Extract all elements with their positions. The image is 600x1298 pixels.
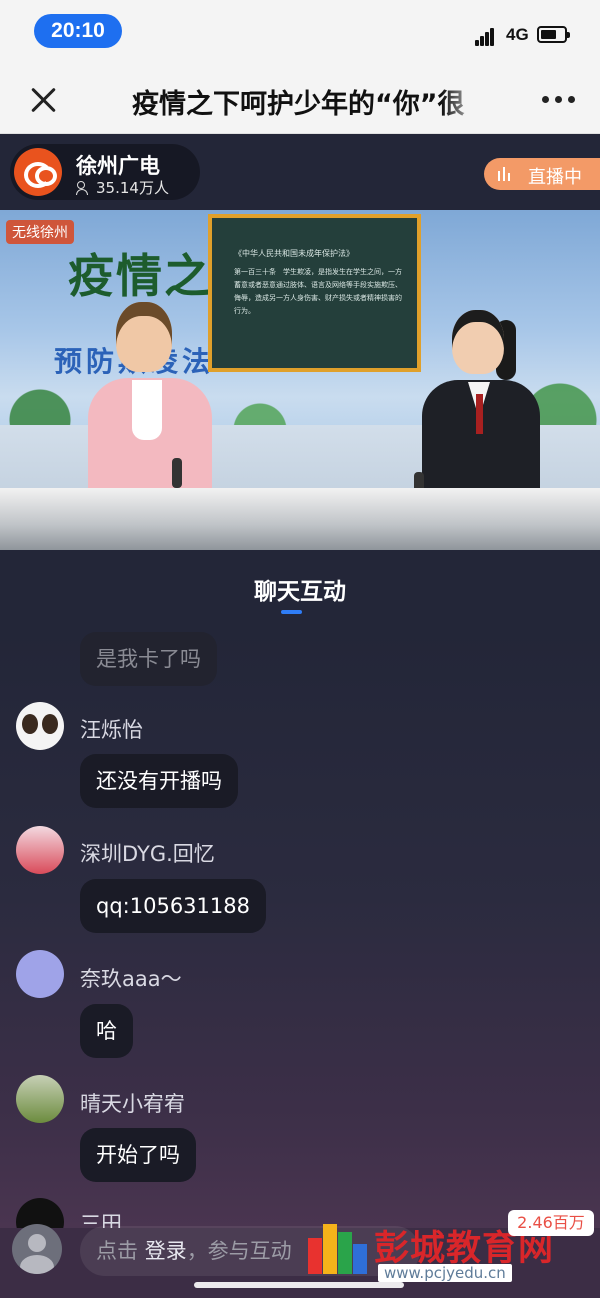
chat-username: 三田 [80,1212,122,1228]
title-bar: 疫情之下呵护少年的“你”很 [0,62,600,134]
watermark-url: www.pcjyedu.cn [378,1264,512,1282]
page-title: 疫情之下呵护少年的“你”很 [132,89,465,120]
chat-list[interactable]: 是我卡了吗 汪烁怡 还没有开播吗 深圳DYG.回忆 qq:105631188 奈… [0,630,600,1228]
my-avatar[interactable] [12,1224,62,1274]
viewer-count-text: 35.14万人 [96,179,169,197]
people-icon [76,180,92,195]
status-bar: 20:10 4G [0,0,600,62]
comment-input[interactable]: 点击 登录，参与互动 [80,1226,420,1276]
video-player[interactable]: 疫情之下 预防欺凌法 无线徐州 《中华人民共和国未成年保护法》 第一百三十条 学… [0,210,600,550]
chat-username: 晴天小宥宥 [80,1092,185,1116]
login-link[interactable]: 登录 [145,1239,187,1263]
tab-active-indicator [281,610,302,614]
live-bars-icon [498,167,512,181]
chat-bubble: qq:105631188 [80,879,266,933]
watermark-logo-icon [308,1218,368,1274]
input-suffix: ，参与互动 [186,1239,292,1263]
live-status-badge: 直播中 [484,158,600,190]
like-count-badge: 2.46百万 [508,1210,594,1236]
chat-bubble: 是我卡了吗 [80,632,217,686]
chat-bubble: 还没有开播吗 [80,754,238,808]
user-avatar[interactable] [16,1075,64,1123]
network-type: 4G [506,25,529,44]
chat-username: 奈玖aaa～ [80,967,182,991]
tab-chat[interactable]: 聊天互动 [0,572,600,606]
host-left-figure [84,302,214,504]
live-badge-label: 直播中 [528,167,582,188]
battery-icon [537,26,570,43]
live-header: 徐州广电 35.14万人 直播中 [0,134,600,210]
chat-bubble: 开始了吗 [80,1128,196,1182]
chat-username: 深圳DYG.回忆 [80,842,215,866]
user-avatar[interactable] [16,702,64,750]
channel-info[interactable]: 徐州广电 35.14万人 [10,144,200,200]
user-avatar[interactable] [16,950,64,998]
user-avatar[interactable] [16,826,64,874]
microphone-left [172,458,182,488]
chat-tab-header: 聊天互动 [0,550,600,630]
chat-username: 汪烁怡 [80,718,143,742]
signal-icon [475,28,499,46]
channel-logo [14,148,62,196]
home-indicator[interactable] [194,1282,404,1288]
host-right-figure [422,310,540,505]
status-time: 20:10 [34,14,122,48]
blackboard-slide: 《中华人民共和国未成年保护法》 第一百三十条 学生欺凌，是指发生在学生之间，一方… [208,214,421,372]
chat-bubble: 哈 [80,1004,133,1058]
studio-desk [0,488,600,550]
input-prefix: 点击 [96,1239,138,1263]
close-icon[interactable] [26,82,62,118]
viewer-count: 35.14万人 [76,177,169,198]
broadcaster-logo: 无线徐州 [6,220,74,244]
channel-name: 徐州广电 [76,154,160,178]
more-options-icon[interactable] [538,92,578,106]
board-text: 第一百三十条 学生欺凌，是指发生在学生之间，一方蓄意或者恶意通过肢体、语言及网络… [234,268,402,315]
board-title: 《中华人民共和国未成年保护法》 [234,249,354,258]
